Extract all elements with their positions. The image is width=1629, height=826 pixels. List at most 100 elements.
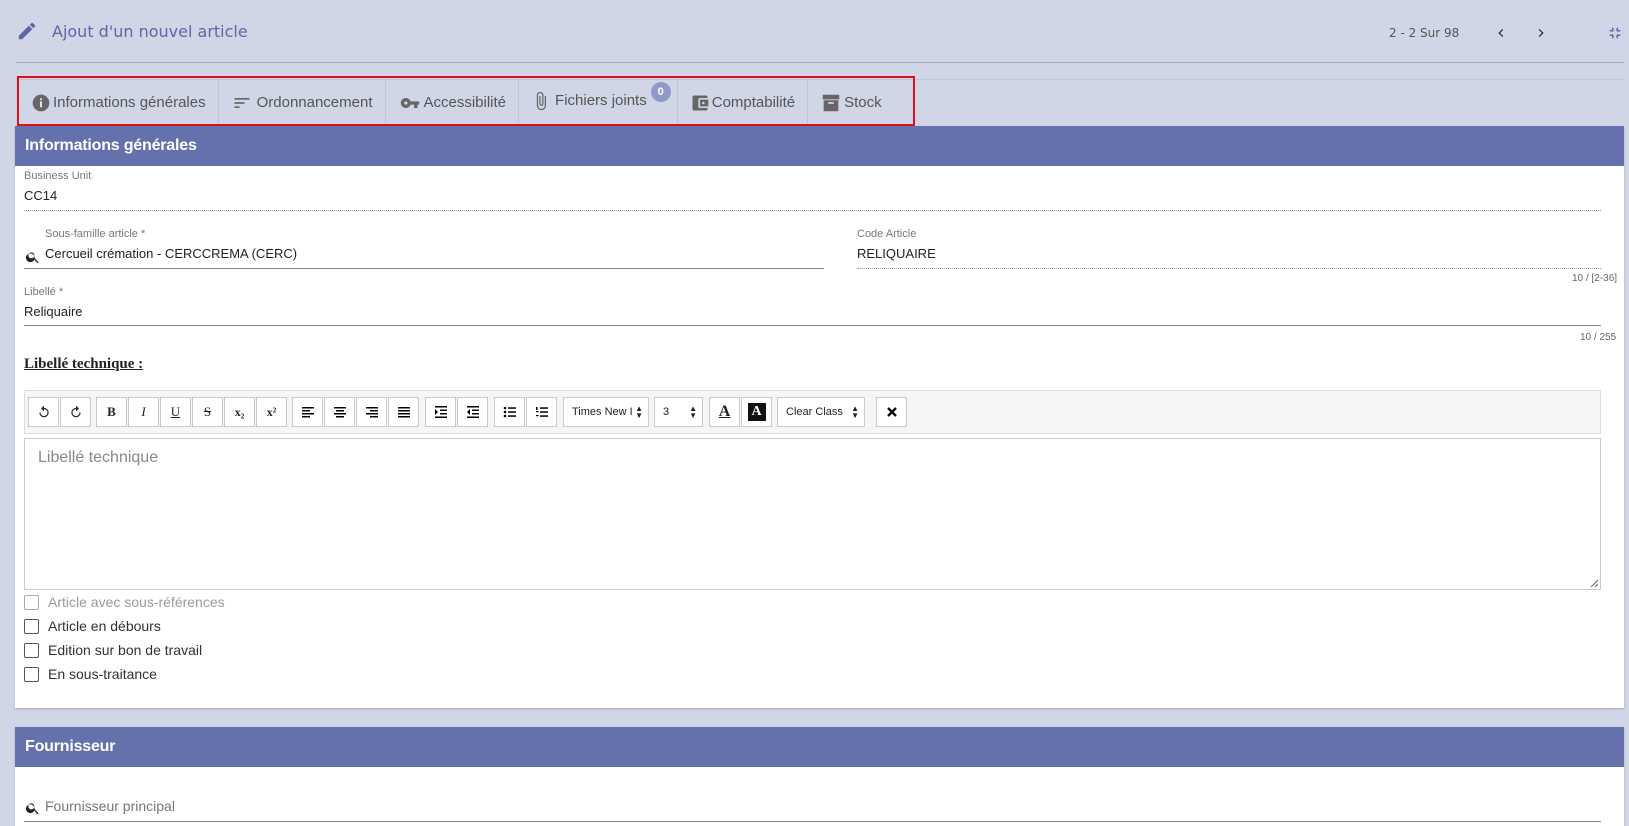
background-color-button[interactable]: A — [741, 397, 772, 427]
checkbox-label: En sous-traitance — [48, 666, 157, 682]
tab-fichiers-joints[interactable]: Fichiers joints 0 — [519, 80, 678, 125]
code-article-label: Code Article — [857, 228, 917, 240]
pencil-icon — [18, 22, 36, 40]
tab-label: Fichiers joints — [555, 92, 647, 109]
libelle-input[interactable]: Reliquaire — [24, 304, 83, 319]
text-color-button[interactable]: A — [709, 397, 740, 427]
business-unit-label: Business Unit — [24, 170, 92, 182]
checkbox-box[interactable] — [24, 642, 39, 658]
superscript-glyph: x² — [266, 404, 277, 419]
checkbox-sous-traitance[interactable]: En sous-traitance — [24, 666, 157, 682]
tabs: Informations générales Ordonnancement Ac… — [19, 80, 894, 125]
search-icon — [25, 252, 39, 264]
align-left-icon — [301, 407, 314, 418]
chevron-right-icon — [1538, 29, 1544, 37]
section-title: Informations générales — [15, 126, 1624, 166]
next-button[interactable] — [1530, 22, 1552, 44]
indent-button[interactable] — [425, 397, 456, 427]
undo-icon — [38, 405, 49, 418]
libelle-underline — [24, 325, 1601, 326]
libelle-label: Libellé * — [24, 286, 64, 298]
justify-icon — [397, 407, 410, 418]
checkbox-label: Article avec sous-références — [48, 594, 225, 610]
tab-comptabilite[interactable]: Comptabilité — [678, 80, 809, 125]
tab-label: Comptabilité — [711, 94, 796, 111]
outdent-button[interactable] — [457, 397, 488, 427]
sous-famille-label: Sous-famille article * — [45, 228, 146, 240]
libelle-technique-editor[interactable]: Libellé technique — [24, 438, 1601, 590]
remove-format-button[interactable] — [876, 397, 907, 427]
code-article-counter: 10 / [2-36] — [1572, 273, 1618, 284]
bullet-list-icon — [503, 406, 516, 418]
checkbox-label: Edition sur bon de travail — [48, 642, 203, 658]
title-wrap: Ajout d'un nouvel article — [16, 20, 248, 42]
sous-famille-underline — [24, 268, 824, 269]
previous-button[interactable] — [1490, 22, 1512, 44]
underline-glyph: U — [170, 404, 181, 419]
info-icon — [32, 94, 50, 111]
checkbox-box[interactable] — [24, 594, 39, 610]
business-unit-underline — [24, 210, 1601, 211]
checkbox-bon-de-travail[interactable]: Edition sur bon de travail — [24, 642, 202, 658]
justify-button[interactable] — [388, 397, 419, 427]
close-icon — [886, 407, 897, 417]
align-left-button[interactable] — [292, 397, 323, 427]
tab-label: Ordonnancement — [256, 94, 373, 111]
libelle-technique-heading: Libellé technique : — [24, 356, 144, 372]
indent-icon — [434, 406, 447, 418]
bold-glyph: B — [107, 404, 116, 419]
paperclip-icon — [536, 91, 547, 110]
align-center-button[interactable] — [324, 397, 355, 427]
business-unit-value: CC14 — [24, 188, 58, 203]
tab-label: Accessibilité — [423, 94, 507, 111]
font-family-select[interactable]: Times New I ▲ ▼ — [563, 397, 649, 427]
editor-placeholder: Libellé technique — [38, 449, 159, 466]
checkbox-debours[interactable]: Article en débours — [24, 618, 161, 634]
select-arrows-icon: ▲ ▼ — [851, 404, 859, 420]
tab-label: Stock — [844, 94, 882, 111]
subscript-button[interactable]: x₂ — [224, 397, 255, 427]
text-color-icon: A — [718, 403, 731, 420]
bullet-list-button[interactable] — [494, 397, 525, 427]
code-article-input[interactable]: RELIQUAIRE — [857, 246, 936, 261]
align-right-icon — [365, 407, 378, 418]
fournisseur-principal-input[interactable]: Fournisseur principal — [45, 798, 175, 814]
collapse-button[interactable] — [1604, 22, 1626, 44]
checkbox-sous-references[interactable]: Article avec sous-références — [24, 594, 225, 610]
class-select[interactable]: Clear Class ▲ ▼ — [777, 397, 865, 427]
bold-button[interactable]: B — [96, 397, 127, 427]
underline-button[interactable]: U — [160, 397, 191, 427]
archive-icon — [822, 94, 840, 111]
chevron-left-icon — [1498, 29, 1504, 37]
checkbox-box[interactable] — [24, 618, 39, 634]
numbered-list-button[interactable] — [526, 397, 557, 427]
strike-glyph: S — [203, 404, 212, 419]
general-info-card: Informations générales Business Unit CC1… — [15, 126, 1624, 708]
redo-button[interactable] — [60, 397, 91, 427]
align-right-button[interactable] — [356, 397, 387, 427]
sort-icon — [234, 97, 250, 108]
tab-stock[interactable]: Stock — [808, 80, 894, 125]
undo-button[interactable] — [28, 397, 59, 427]
tab-accessibilite[interactable]: Accessibilité — [386, 80, 520, 125]
tab-ordonnancement[interactable]: Ordonnancement — [219, 80, 386, 125]
resize-grip-icon[interactable] — [1590, 579, 1598, 587]
header-divider — [16, 62, 1624, 63]
font-size-value: 3 — [663, 406, 670, 418]
page-title: Ajout d'un nouvel article — [52, 21, 248, 41]
redo-icon — [70, 405, 81, 418]
sous-famille-input[interactable]: Cercueil crémation - CERCCREMA (CERC) — [45, 246, 297, 261]
font-size-select[interactable]: 3 ▲ ▼ — [654, 397, 703, 427]
superscript-button[interactable]: x² — [256, 397, 287, 427]
fournisseur-underline — [24, 821, 1601, 822]
select-arrows-icon: ▲ ▼ — [689, 404, 697, 420]
italic-button[interactable]: I — [128, 397, 159, 427]
checkbox-box[interactable] — [24, 666, 39, 682]
checkbox-label: Article en débours — [48, 618, 161, 634]
subscript-glyph: x₂ — [234, 404, 245, 419]
strikethrough-button[interactable]: S — [192, 397, 223, 427]
code-article-underline — [857, 268, 1601, 269]
font-family-value: Times New I — [572, 406, 633, 418]
tab-informations-generales[interactable]: Informations générales — [19, 80, 219, 125]
tab-label: Informations générales — [53, 94, 206, 111]
